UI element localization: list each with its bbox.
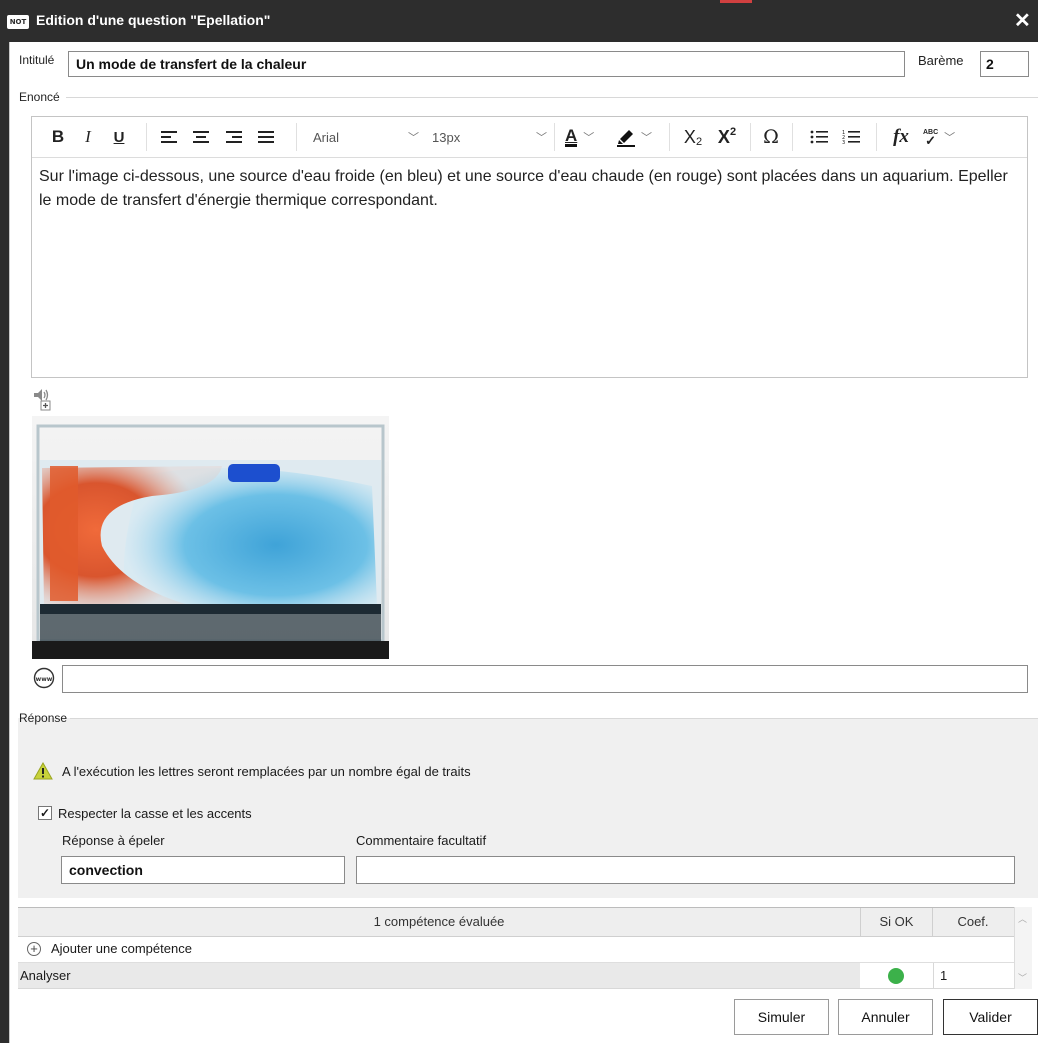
reponse-group-label: Réponse — [19, 711, 68, 725]
url-input[interactable] — [62, 665, 1028, 693]
warning-text: A l'exécution les lettres seront remplac… — [62, 764, 471, 779]
aquarium-image — [32, 416, 389, 659]
respect-case-label: Respecter la casse et les accents — [58, 806, 252, 821]
font-size-select[interactable]: 13px ﹀ — [432, 124, 547, 150]
si-ok-header[interactable]: Si OK — [861, 908, 932, 936]
chevron-down-icon: ﹀ — [408, 132, 419, 144]
enonce-text[interactable]: Sur l'image ci-dessous, une source d'eau… — [32, 165, 1022, 213]
comment-label: Commentaire facultatif — [356, 833, 487, 848]
status-ok-icon[interactable] — [888, 968, 904, 984]
font-family-value: Arial — [313, 129, 340, 145]
simuler-button[interactable]: Simuler — [734, 999, 829, 1035]
chevron-down-icon: ﹀ — [944, 132, 956, 144]
subscript-digit: 2 — [695, 136, 703, 148]
numbered-list-icon: 1 2 3 — [842, 130, 860, 145]
answer-label: Réponse à épeler — [62, 833, 165, 848]
add-competence-row[interactable]: + Ajouter une compétence — [18, 937, 1014, 963]
toolbar-separator — [296, 123, 297, 151]
chevron-down-icon: ﹀ — [641, 132, 652, 144]
reponse-group-line — [70, 718, 1038, 719]
svg-text:3: 3 — [842, 140, 845, 145]
highlighter-icon — [617, 130, 635, 147]
bold-button[interactable]: B — [48, 124, 68, 150]
subscript-x: X — [683, 126, 696, 147]
text-color-icon: A — [565, 126, 578, 147]
toolbar-separator — [554, 123, 555, 151]
editor-toolbar: B I U Arial ﹀ 13px ﹀ A ﹀ ﹀ X 2 X 2 Ω 1 2… — [32, 117, 1027, 158]
scroll-down-icon[interactable]: ﹀ — [1018, 971, 1027, 984]
toolbar-separator — [876, 123, 877, 151]
justify-button[interactable] — [255, 124, 277, 150]
add-competence-label: Ajouter une compétence — [51, 941, 192, 956]
intitule-label: Intitulé — [19, 53, 55, 67]
text-color-button[interactable]: A ﹀ — [565, 124, 609, 150]
comment-input[interactable] — [356, 856, 1015, 884]
window-title: Edition d'une question "Epellation" — [36, 12, 271, 28]
close-icon[interactable]: ✕ — [1014, 9, 1031, 33]
annuler-button[interactable]: Annuler — [838, 999, 933, 1035]
scroll-up-icon[interactable]: ︿ — [1018, 912, 1027, 925]
align-right-button[interactable] — [223, 124, 245, 150]
enonce-group-line — [66, 97, 1038, 98]
chevron-down-icon: ﹀ — [536, 132, 547, 144]
enonce-group-label: Enoncé — [19, 90, 60, 104]
coef-header[interactable]: Coef. — [933, 908, 1013, 936]
superscript-x: X — [717, 126, 730, 147]
align-center-icon — [193, 131, 209, 143]
italic-button[interactable]: I — [78, 124, 98, 150]
left-frame-border — [9, 42, 10, 1043]
align-center-button[interactable] — [190, 124, 212, 150]
bareme-label: Barème — [918, 53, 964, 68]
intitule-input[interactable]: Un mode de transfert de la chaleur — [68, 51, 905, 77]
bullet-list-icon — [810, 130, 828, 144]
left-frame — [0, 42, 9, 1043]
justify-icon — [258, 131, 274, 143]
highlight-color-button[interactable]: ﹀ — [615, 124, 661, 150]
bullet-list-button[interactable] — [808, 124, 830, 150]
toolbar-separator — [146, 123, 147, 151]
svg-text:www: www — [36, 676, 53, 683]
formula-button[interactable]: fx — [888, 124, 914, 150]
title-bar: NOT Edition d'une question "Epellation" … — [0, 0, 1038, 42]
toolbar-separator — [750, 123, 751, 151]
align-left-icon — [161, 131, 177, 143]
valider-button[interactable]: Valider — [943, 999, 1038, 1035]
www-link-icon[interactable]: www — [33, 667, 55, 689]
superscript-digit: 2 — [729, 126, 737, 138]
warning-icon — [33, 761, 53, 780]
competence-count-header: 1 compétence évaluée — [373, 914, 505, 929]
table-row[interactable]: Analyser 1 — [18, 963, 1014, 989]
align-left-button[interactable] — [158, 124, 180, 150]
coef-value[interactable]: 1 — [940, 968, 947, 983]
add-circle-icon: + — [27, 942, 41, 956]
answer-input[interactable]: convection — [61, 856, 345, 884]
top-accent-bar — [720, 0, 752, 3]
bareme-input[interactable]: 2 — [980, 51, 1029, 77]
respect-case-checkbox[interactable]: ✓ — [38, 806, 52, 820]
font-size-value: 13px — [432, 129, 461, 145]
competence-table-header: 1 compétence évaluée Si OK Coef. — [18, 907, 1014, 937]
app-logo-icon: NOT — [7, 15, 29, 29]
spellcheck-button[interactable]: ABC ✓ ﹀ — [923, 124, 973, 150]
numbered-list-button[interactable]: 1 2 3 — [840, 124, 862, 150]
add-audio-icon[interactable] — [32, 387, 54, 411]
superscript-button[interactable]: X2 — [713, 124, 741, 150]
spellcheck-icon: ABC ✓ — [923, 129, 939, 148]
underline-button[interactable]: U — [109, 124, 129, 150]
toolbar-separator — [792, 123, 793, 151]
table-scrollbar[interactable]: ︿ ﹀ — [1014, 907, 1032, 989]
font-family-select[interactable]: Arial ﹀ — [313, 124, 419, 150]
enonce-editor[interactable]: B I U Arial ﹀ 13px ﹀ A ﹀ ﹀ X 2 X 2 Ω 1 2… — [31, 116, 1028, 378]
special-char-button[interactable]: Ω — [759, 124, 783, 150]
chevron-down-icon: ﹀ — [583, 132, 595, 144]
align-right-icon — [226, 131, 242, 143]
toolbar-separator — [669, 123, 670, 151]
subscript-button[interactable]: X2 — [679, 124, 707, 150]
competence-name: Analyser — [20, 968, 71, 983]
